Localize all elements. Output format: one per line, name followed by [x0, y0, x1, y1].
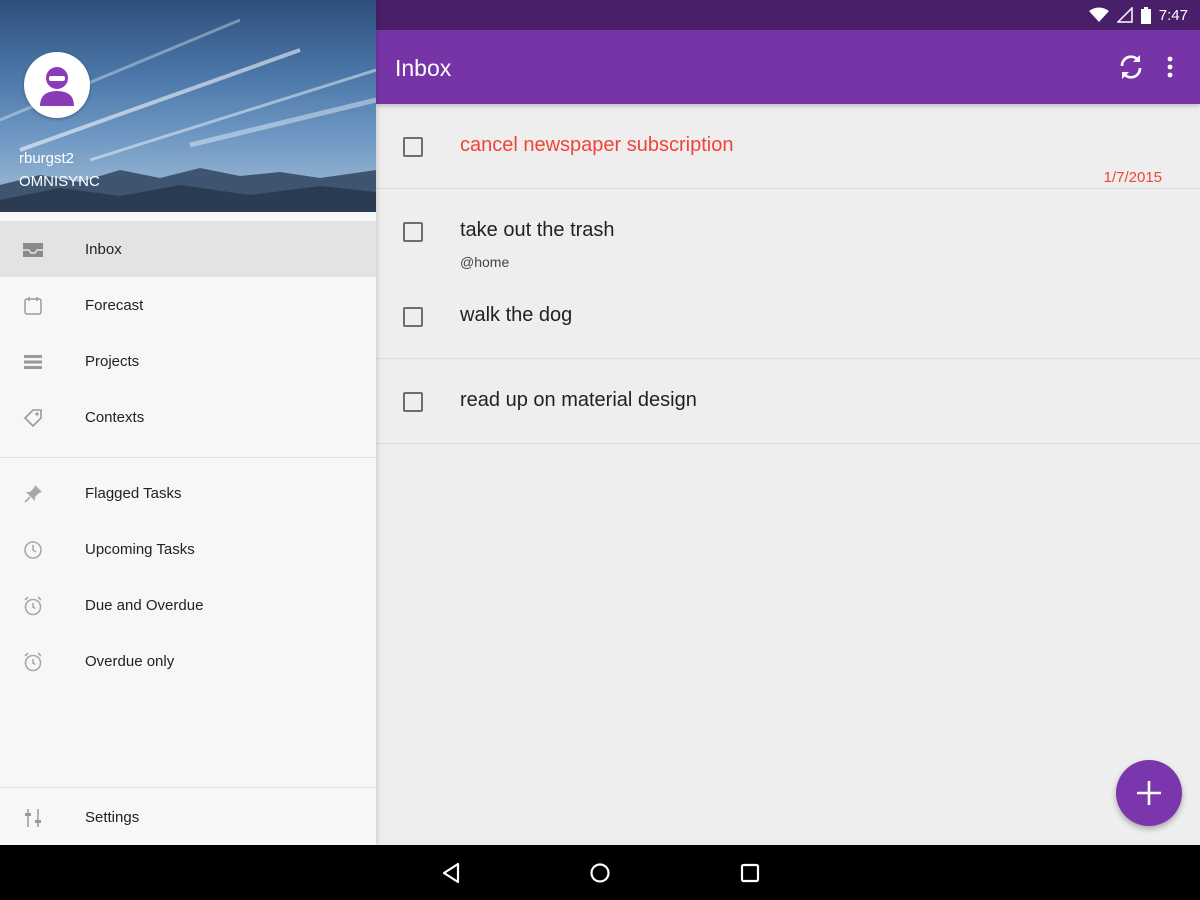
task-title: take out the trash [460, 219, 615, 241]
sidebar-item-label: Flagged Tasks [85, 484, 182, 502]
task-checkbox[interactable] [403, 392, 423, 412]
page-title: Inbox [395, 55, 452, 81]
plus-icon [1137, 781, 1161, 805]
task-row[interactable]: read up on material design [376, 359, 1200, 444]
calendar-icon [24, 297, 42, 315]
sidebar-item-inbox[interactable]: Inbox [0, 221, 376, 277]
status-time: 7:47 [1158, 6, 1188, 24]
add-task-button[interactable] [1116, 760, 1182, 826]
sidebar-item-forecast[interactable]: Forecast [0, 277, 376, 333]
task-due-date: 1/7/2015 [1103, 169, 1162, 186]
sidebar-item-label: Settings [85, 808, 140, 826]
pin-icon [24, 485, 42, 503]
sidebar-item-label: Inbox [85, 240, 122, 258]
back-icon[interactable] [439, 861, 463, 885]
more-vert-icon[interactable] [1163, 54, 1177, 80]
navigation-drawer: rburgst2 OMNISYNC Inbox Forecast Project… [0, 0, 376, 845]
sidebar-item-due-and-overdue[interactable]: Due and Overdue [0, 577, 376, 633]
task-checkbox[interactable] [403, 137, 423, 157]
alarm-icon [24, 596, 42, 616]
settings-nav: Settings [0, 789, 376, 845]
secondary-nav: Flagged Tasks Upcoming Tasks Due and Ove… [0, 465, 376, 689]
sidebar-item-overdue-only[interactable]: Overdue only [0, 633, 376, 689]
task-title: walk the dog [460, 304, 573, 326]
alarm-icon [24, 652, 42, 672]
home-icon[interactable] [588, 861, 612, 885]
task-checkbox[interactable] [403, 222, 423, 242]
task-row[interactable]: take out the trash @home [376, 189, 1200, 295]
settings-divider [0, 787, 376, 788]
signal-icon [1116, 7, 1133, 23]
sidebar-item-label: Projects [85, 352, 140, 370]
nav-divider [0, 457, 376, 458]
settings-sliders-icon [25, 809, 41, 827]
app-bar: Inbox [376, 30, 1200, 104]
sidebar-item-label: Due and Overdue [85, 596, 204, 614]
task-title: read up on material design [460, 389, 697, 411]
battery-icon [1140, 6, 1151, 24]
sidebar-item-settings[interactable]: Settings [0, 789, 376, 845]
sync-icon[interactable] [1116, 52, 1146, 82]
system-nav-bar [0, 845, 1200, 900]
recents-icon[interactable] [738, 861, 762, 885]
wifi-icon [1088, 7, 1109, 22]
task-row[interactable]: cancel newspaper subscription 1/7/2015 [376, 104, 1200, 189]
account-server: OMNISYNC [19, 173, 100, 190]
primary-nav: Inbox Forecast Projects Contexts [0, 221, 376, 445]
sidebar-item-contexts[interactable]: Contexts [0, 389, 376, 445]
sidebar-item-upcoming-tasks[interactable]: Upcoming Tasks [0, 521, 376, 577]
sidebar-item-label: Contexts [85, 408, 145, 426]
task-checkbox[interactable] [403, 307, 423, 327]
sidebar-item-label: Upcoming Tasks [85, 540, 195, 558]
tag-icon [23, 409, 42, 428]
status-icons: 7:47 [1088, 0, 1188, 30]
avatar[interactable] [24, 52, 90, 118]
inbox-icon [23, 243, 43, 257]
task-row[interactable]: walk the dog [376, 274, 1200, 359]
sidebar-item-label: Overdue only [85, 652, 175, 670]
task-context: @home [460, 254, 510, 270]
sidebar-item-label: Forecast [85, 296, 144, 314]
list-icon [24, 355, 42, 369]
drawer-header: rburgst2 OMNISYNC [0, 0, 376, 212]
clock-icon [24, 541, 42, 559]
user-icon [40, 67, 74, 106]
sidebar-item-flagged-tasks[interactable]: Flagged Tasks [0, 465, 376, 521]
sidebar-item-projects[interactable]: Projects [0, 333, 376, 389]
task-title: cancel newspaper subscription [460, 134, 734, 156]
task-list: cancel newspaper subscription 1/7/2015 t… [376, 104, 1200, 444]
account-name[interactable]: rburgst2 [19, 150, 74, 167]
